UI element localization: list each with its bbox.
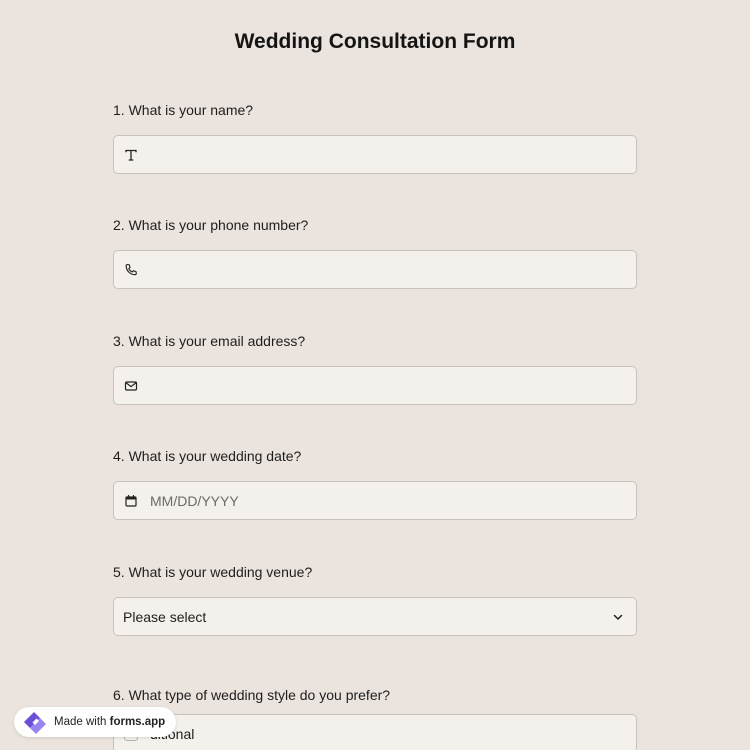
email-input[interactable] (113, 366, 637, 405)
question-email: 3. What is your email address? (113, 331, 637, 405)
question-wedding-venue: 5. What is your wedding venue? Please se… (113, 562, 637, 636)
venue-select[interactable]: Please select (113, 597, 637, 636)
badge-prefix: Made with (54, 716, 110, 728)
style-option-traditional[interactable]: ditional (113, 714, 637, 750)
question-phone: 2. What is your phone number? (113, 215, 637, 289)
question-label: 5. What is your wedding venue? (113, 564, 313, 580)
question-label: 4. What is your wedding date? (113, 448, 302, 464)
question-label: 3. What is your email address? (113, 333, 306, 349)
question-label: 1. What is your name? (113, 102, 254, 118)
question-label: 6. What type of wedding style do you pre… (113, 687, 391, 703)
badge-brand: forms.app (109, 716, 166, 728)
question-wedding-style: 6. What type of wedding style do you pre… (113, 685, 637, 750)
name-input[interactable] (113, 135, 637, 174)
chevron-down-icon[interactable] (612, 611, 624, 623)
question-label: 2. What is your phone number? (113, 217, 309, 233)
phone-input[interactable] (113, 250, 637, 289)
text-icon (124, 148, 138, 162)
venue-select-value: Please select (123, 608, 207, 625)
date-placeholder: MM/DD/YYYY (150, 492, 239, 509)
calendar-icon (124, 494, 138, 508)
mail-icon (124, 379, 138, 393)
form-page: Wedding Consultation Form 1. What is you… (0, 0, 750, 750)
badge-text: Made with forms.app (54, 716, 165, 728)
question-wedding-date: 4. What is your wedding date? MM/DD/YYYY (113, 446, 637, 520)
question-name: 1. What is your name? (113, 100, 637, 174)
forms-app-logo-icon (20, 710, 50, 734)
phone-icon (124, 263, 138, 277)
form-title: Wedding Consultation Form (234, 30, 516, 53)
made-with-badge[interactable]: Made with forms.app (14, 707, 177, 737)
date-input[interactable]: MM/DD/YYYY (113, 481, 637, 520)
